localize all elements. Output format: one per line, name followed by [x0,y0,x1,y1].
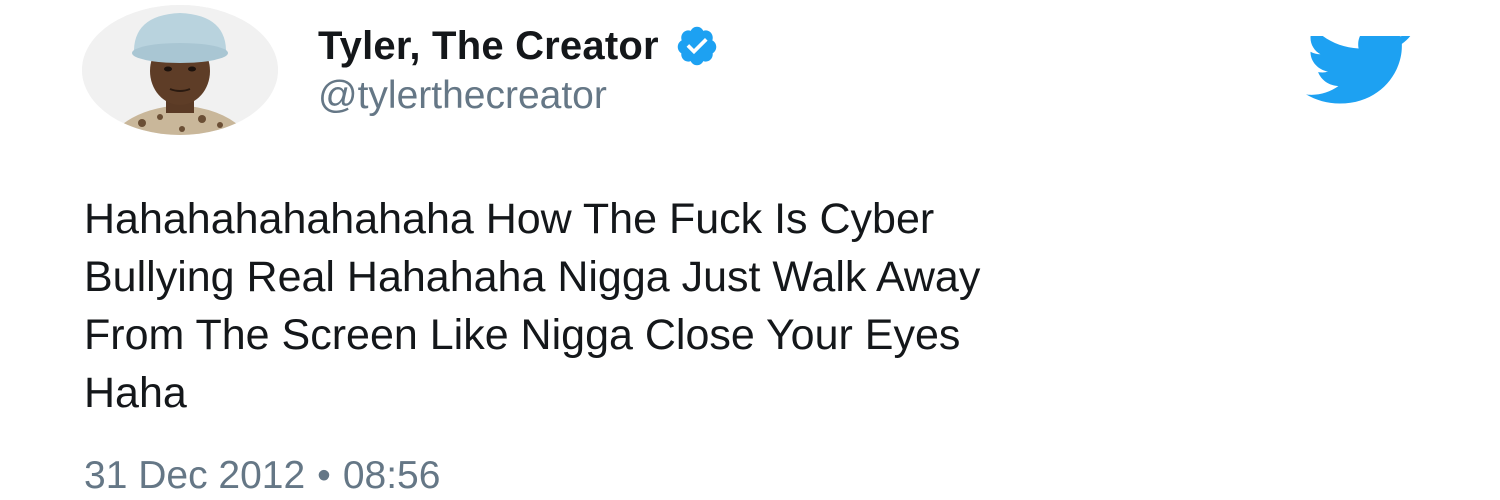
separator-dot: • [317,454,331,497]
tweet-time: 08:56 [342,454,441,497]
author-handle[interactable]: @tylerthecreator [318,74,607,118]
tweet-text: Hahahahahahahaha How The Fuck Is Cyber B… [84,190,1414,422]
tweet-text-line: Haha [84,369,187,417]
author-name-row: Tyler, The Creator [318,18,719,74]
twitter-bird-icon[interactable] [1300,36,1420,108]
tweet-text-line: Hahahahahahahaha How The Fuck Is Cyber [84,195,935,243]
tweet-date: 31 Dec 2012 [84,454,306,497]
tweet-timestamp[interactable]: 31 Dec 2012 • 08:56 [84,454,440,498]
avatar[interactable] [82,5,278,135]
verified-badge-icon [677,26,716,66]
avatar-image [82,5,278,135]
author-display-name[interactable]: Tyler, The Creator [318,24,659,69]
tweet-text-line: Bullying Real Hahahaha Nigga Just Walk A… [84,253,981,301]
tweet-card: Tyler, The Creator @tylerthecreator Haha… [0,0,1500,500]
tweet-text-line: From The Screen Like Nigga Close Your Ey… [84,311,961,359]
